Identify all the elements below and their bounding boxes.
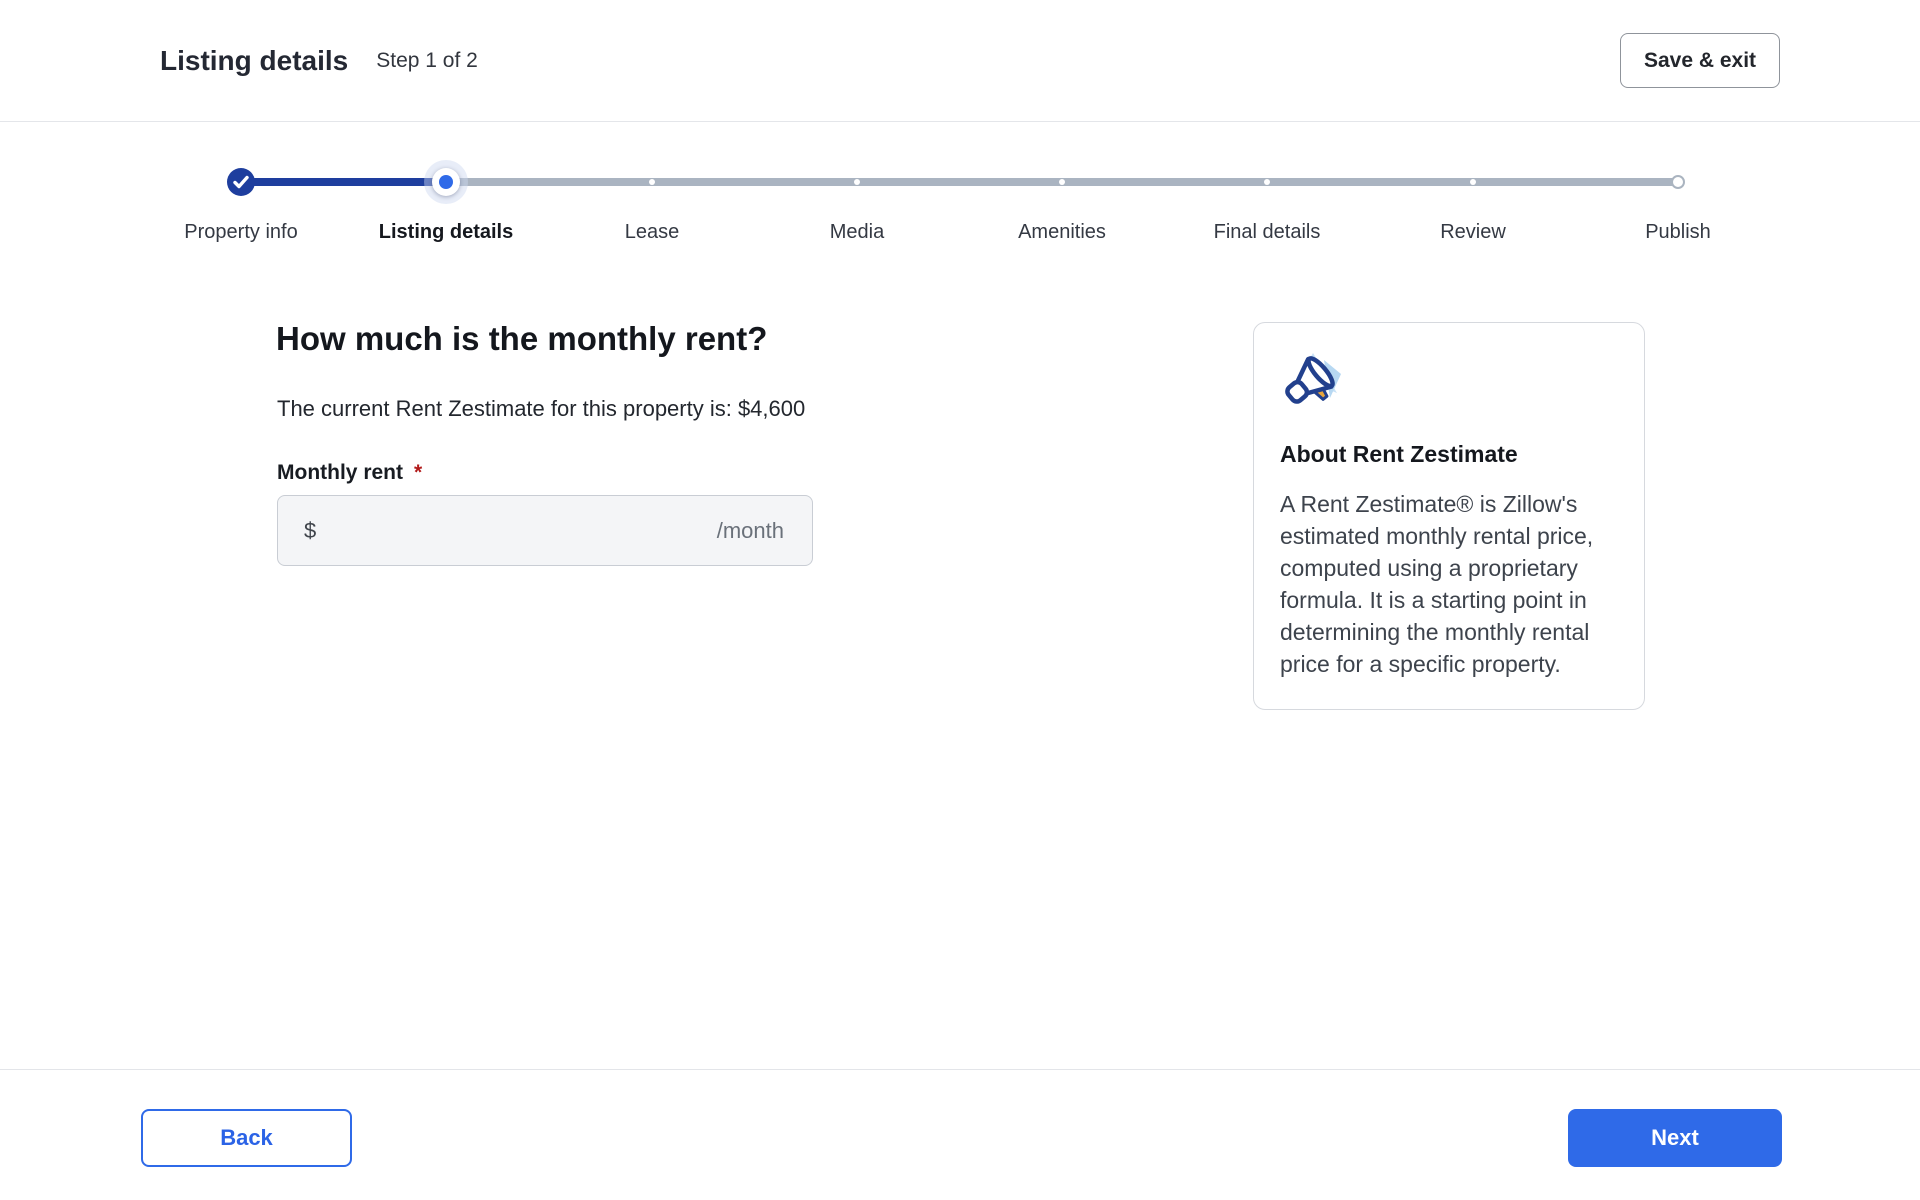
upcoming-step-dot-icon [1470, 179, 1476, 185]
upcoming-step-dot-icon [1059, 179, 1065, 185]
stepper-step-property-info[interactable]: Property info [136, 156, 346, 244]
step-label: Lease [625, 220, 680, 244]
required-asterisk: * [414, 461, 422, 484]
back-button[interactable]: Back [141, 1109, 352, 1167]
currency-prefix: $ [304, 518, 316, 544]
rent-zestimate-card: About Rent Zestimate A Rent Zestimate® i… [1253, 322, 1645, 710]
megaphone-icon [1280, 351, 1344, 411]
stepper-step-publish[interactable]: Publish [1573, 156, 1783, 244]
card-title: About Rent Zestimate [1280, 441, 1618, 468]
question-heading: How much is the monthly rent? [276, 320, 767, 358]
card-body-text: A Rent Zestimate® is Zillow's estimated … [1280, 488, 1622, 680]
next-button[interactable]: Next [1568, 1109, 1782, 1167]
step-label: Review [1440, 220, 1506, 244]
step-label: Amenities [1018, 220, 1106, 244]
stepper-step-final-details[interactable]: Final details [1162, 156, 1372, 244]
step-node-area [341, 156, 551, 208]
step-node-area [1573, 156, 1783, 208]
upcoming-step-dot-icon [854, 179, 860, 185]
step-label: Listing details [379, 220, 513, 244]
upcoming-step-dot-icon [1264, 179, 1270, 185]
end-step-ring-icon [1671, 175, 1685, 189]
zestimate-note: The current Rent Zestimate for this prop… [277, 396, 805, 422]
page-title: Listing details [160, 45, 348, 77]
step-label: Final details [1214, 220, 1321, 244]
step-node-area [547, 156, 757, 208]
step-label: Media [830, 220, 884, 244]
monthly-rent-label: Monthly rent [277, 461, 403, 484]
top-bar: Listing details Step 1 of 2 Save & exit [0, 0, 1920, 122]
step-indicator: Step 1 of 2 [376, 49, 478, 73]
step-label: Property info [184, 220, 297, 244]
stepper-step-amenities[interactable]: Amenities [957, 156, 1167, 244]
title-group: Listing details Step 1 of 2 [160, 0, 478, 121]
step-node-area [957, 156, 1167, 208]
current-step-dot-icon [439, 175, 453, 189]
stepper-step-listing-details[interactable]: Listing details [341, 156, 551, 244]
save-exit-button[interactable]: Save & exit [1620, 33, 1780, 88]
stepper-step-review[interactable]: Review [1368, 156, 1578, 244]
stepper-step-media[interactable]: Media [752, 156, 962, 244]
check-icon [227, 168, 255, 196]
monthly-rent-input[interactable] [326, 518, 706, 544]
monthly-rent-label-row: Monthly rent * [277, 461, 422, 485]
upcoming-step-dot-icon [649, 179, 655, 185]
step-node-area [1162, 156, 1372, 208]
footer-divider [0, 1069, 1920, 1070]
monthly-rent-field: $ /month [277, 495, 813, 566]
per-month-suffix: /month [717, 518, 784, 544]
step-node-area [1368, 156, 1578, 208]
step-label: Publish [1645, 220, 1711, 244]
step-node-area [136, 156, 346, 208]
step-node-area [752, 156, 962, 208]
stepper-step-lease[interactable]: Lease [547, 156, 757, 244]
